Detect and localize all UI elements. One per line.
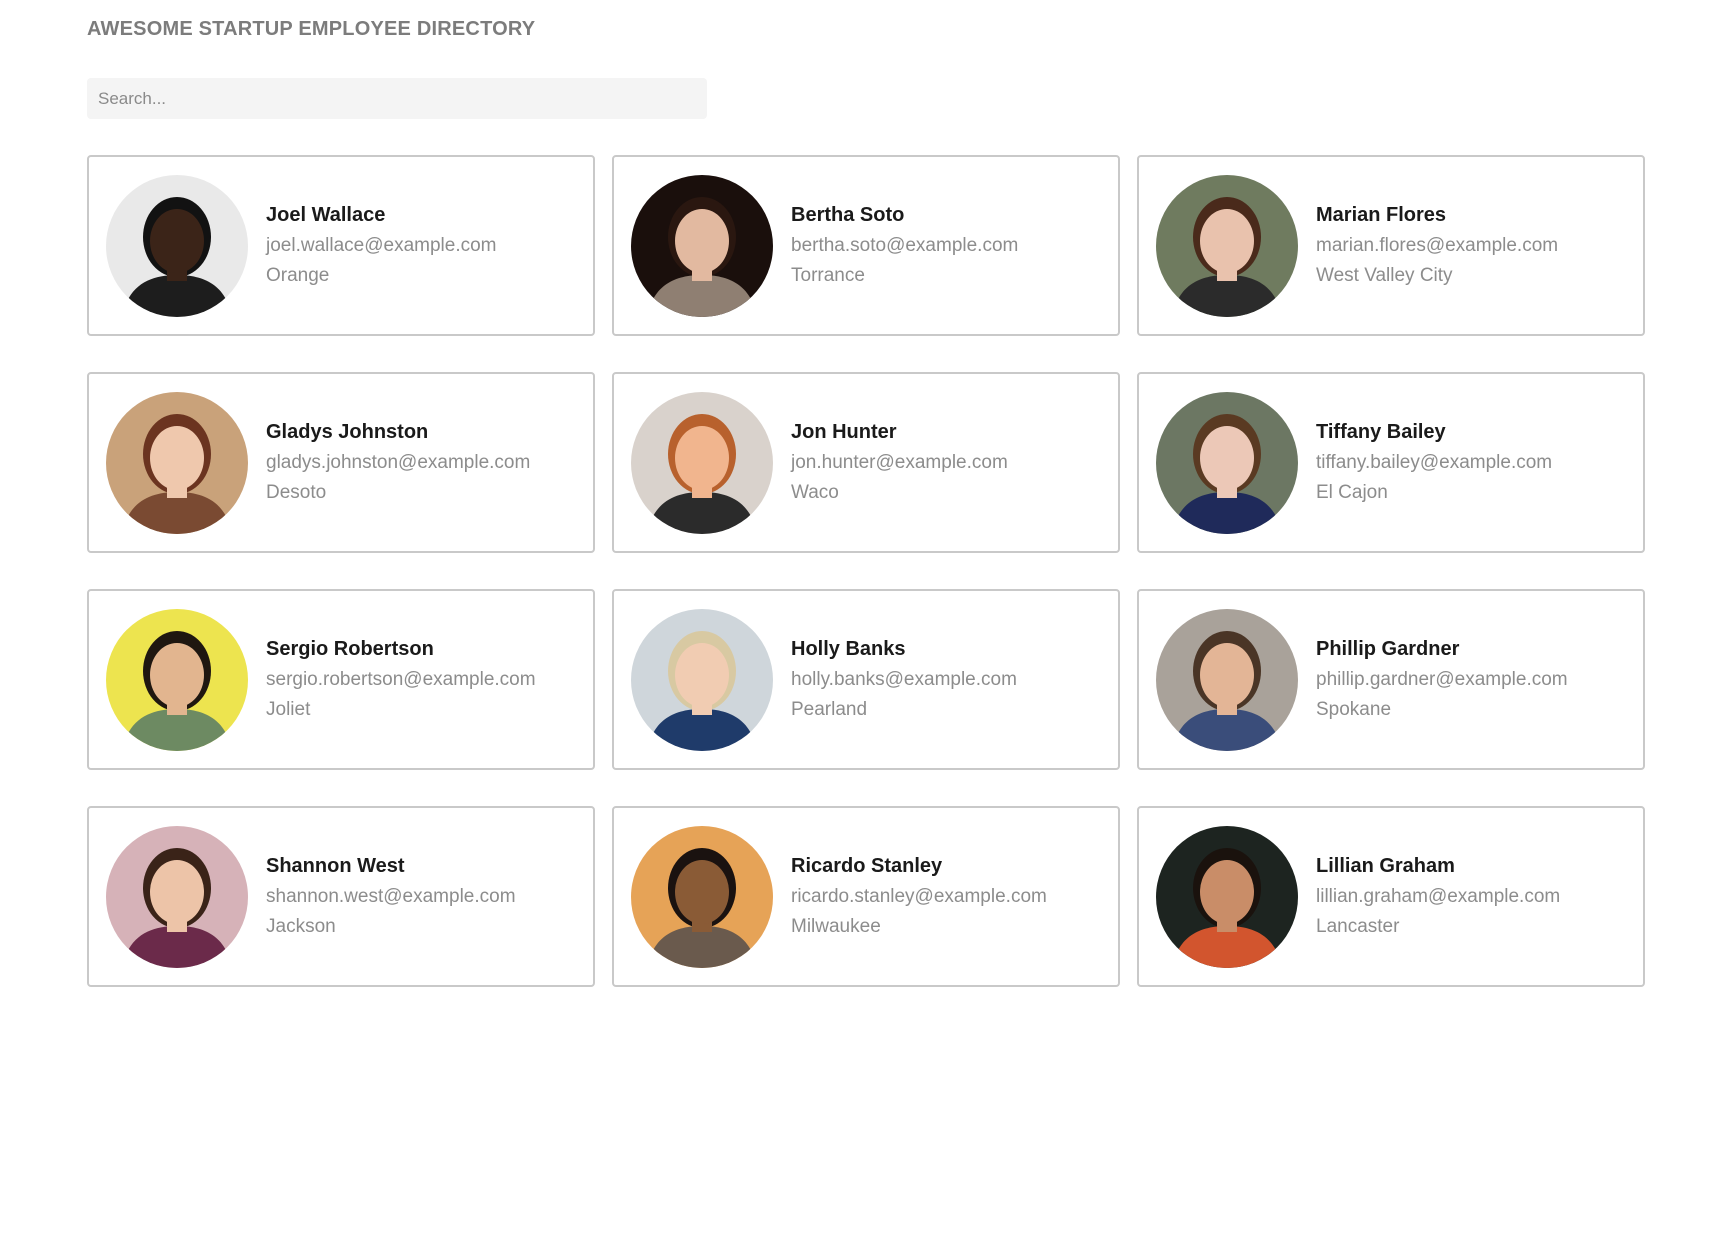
employee-name: Lillian Graham (1316, 855, 1455, 877)
employee-email: phillip.gardner@example.com (1316, 669, 1568, 690)
employee-info: Sergio Robertson sergio.robertson@exampl… (266, 638, 536, 721)
search-input[interactable] (87, 78, 707, 119)
employee-info: Tiffany Bailey tiffany.bailey@example.co… (1316, 421, 1552, 504)
employee-info: Joel Wallace joel.wallace@example.com Or… (266, 204, 497, 287)
employee-city: Milwaukee (791, 916, 881, 937)
directory-page: AWESOME STARTUP EMPLOYEE DIRECTORY Joel … (0, 0, 1718, 1237)
employee-card[interactable]: Ricardo Stanley ricardo.stanley@example.… (612, 806, 1120, 987)
employee-city: Lancaster (1316, 916, 1400, 937)
employee-email: tiffany.bailey@example.com (1316, 452, 1553, 473)
employee-avatar (631, 391, 773, 534)
employee-name: Phillip Gardner (1316, 638, 1460, 660)
employee-card[interactable]: Tiffany Bailey tiffany.bailey@example.co… (1137, 372, 1645, 553)
employee-avatar (1156, 174, 1298, 317)
employee-info: Ricardo Stanley ricardo.stanley@example.… (791, 855, 1047, 938)
employee-card[interactable]: Bertha Soto bertha.soto@example.com Torr… (612, 155, 1120, 336)
employee-name: Joel Wallace (266, 204, 386, 226)
employee-name: Gladys Johnston (266, 421, 429, 443)
employee-card[interactable]: Holly Banks holly.banks@example.com Pear… (612, 589, 1120, 770)
employee-avatar (1156, 608, 1298, 751)
employee-city: Orange (266, 265, 330, 286)
employee-avatar (631, 825, 773, 968)
employee-city: Torrance (791, 265, 865, 286)
employee-city: Joliet (266, 699, 311, 720)
employee-name: Shannon West (266, 855, 405, 877)
employee-email: lillian.graham@example.com (1316, 886, 1561, 907)
employee-email: sergio.robertson@example.com (266, 669, 536, 690)
employee-card[interactable]: Phillip Gardner phillip.gardner@example.… (1137, 589, 1645, 770)
employee-card[interactable]: Lillian Graham lillian.graham@example.co… (1137, 806, 1645, 987)
employee-info: Phillip Gardner phillip.gardner@example.… (1316, 638, 1568, 721)
employee-avatar (1156, 825, 1298, 968)
employee-avatar (106, 391, 248, 534)
employee-email: gladys.johnston@example.com (266, 452, 531, 473)
employee-info: Marian Flores marian.flores@example.com … (1316, 204, 1558, 287)
employee-email: bertha.soto@example.com (791, 235, 1019, 256)
employee-info: Lillian Graham lillian.graham@example.co… (1316, 855, 1560, 938)
employee-info: Shannon West shannon.west@example.com Ja… (266, 855, 516, 938)
employee-card[interactable]: Sergio Robertson sergio.robertson@exampl… (87, 589, 595, 770)
employee-avatar (631, 174, 773, 317)
employee-info: Bertha Soto bertha.soto@example.com Torr… (791, 204, 1018, 287)
page-title: AWESOME STARTUP EMPLOYEE DIRECTORY (87, 18, 536, 40)
employee-email: ricardo.stanley@example.com (791, 886, 1047, 907)
employee-name: Sergio Robertson (266, 638, 434, 660)
employee-avatar (106, 825, 248, 968)
employee-city: Waco (791, 482, 839, 503)
employee-name: Jon Hunter (791, 421, 897, 443)
employee-card[interactable]: Gladys Johnston gladys.johnston@example.… (87, 372, 595, 553)
employee-email: joel.wallace@example.com (266, 235, 497, 256)
employee-name: Tiffany Bailey (1316, 421, 1446, 443)
employee-city: West Valley City (1316, 265, 1453, 286)
employee-name: Holly Banks (791, 638, 906, 660)
employee-city: Jackson (266, 916, 336, 937)
employee-avatar (106, 608, 248, 751)
employee-info: Gladys Johnston gladys.johnston@example.… (266, 421, 530, 504)
employee-city: Pearland (791, 699, 868, 720)
employee-name: Marian Flores (1316, 204, 1447, 226)
employee-card[interactable]: Shannon West shannon.west@example.com Ja… (87, 806, 595, 987)
employee-info: Holly Banks holly.banks@example.com Pear… (791, 638, 1017, 721)
employee-name: Ricardo Stanley (791, 855, 943, 877)
employee-card[interactable]: Marian Flores marian.flores@example.com … (1137, 155, 1645, 336)
employee-avatar (106, 174, 248, 317)
employee-card[interactable]: Joel Wallace joel.wallace@example.com Or… (87, 155, 595, 336)
employee-email: holly.banks@example.com (791, 669, 1017, 690)
employee-card[interactable]: Jon Hunter jon.hunter@example.com Waco (612, 372, 1120, 553)
employee-info: Jon Hunter jon.hunter@example.com Waco (791, 421, 1008, 504)
employee-avatar (631, 608, 773, 751)
employee-avatar (1156, 391, 1298, 534)
employee-city: Desoto (266, 482, 327, 503)
employee-email: jon.hunter@example.com (791, 452, 1008, 473)
employee-grid: Joel Wallace joel.wallace@example.com Or… (87, 155, 1645, 987)
employee-email: marian.flores@example.com (1316, 235, 1559, 256)
employee-city: Spokane (1316, 699, 1392, 720)
employee-email: shannon.west@example.com (266, 886, 516, 907)
employee-name: Bertha Soto (791, 204, 905, 226)
employee-city: El Cajon (1316, 482, 1388, 503)
